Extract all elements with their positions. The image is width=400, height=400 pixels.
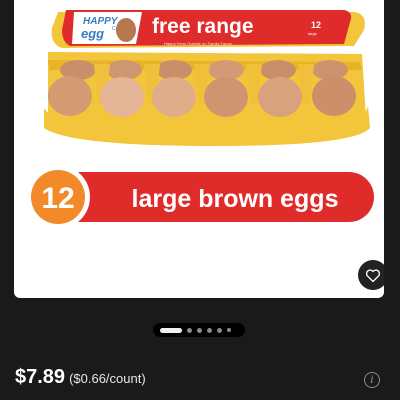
carousel-dot-active[interactable] [160, 327, 182, 333]
carton-count: 12 [311, 20, 321, 30]
size-label: large brown eggs [132, 185, 339, 213]
logo-egg-icon [116, 18, 136, 42]
carousel-dot[interactable] [187, 327, 192, 333]
info-button[interactable]: i [364, 372, 380, 388]
count-badge-number: 12 [41, 182, 74, 215]
image-carousel-indicator[interactable] [153, 323, 245, 337]
banner-title: free range [152, 15, 254, 38]
favorite-button[interactable] [358, 260, 384, 290]
carton-count-label: large [308, 31, 318, 36]
product-image-card[interactable]: HAPPY egg Co. free range Happy Hens Outs… [14, 0, 384, 298]
carousel-dot[interactable] [207, 327, 212, 333]
carousel-dot[interactable] [197, 327, 202, 333]
price-row: $7.89 ($0.66/count) [15, 366, 146, 389]
heart-outline-icon [365, 268, 381, 282]
unit-price: ($0.66/count) [69, 371, 146, 386]
carousel-dot[interactable] [217, 327, 222, 333]
product-image: HAPPY egg Co. free range Happy Hens Outs… [26, 10, 374, 229]
brand-logo-line2: egg [81, 26, 104, 41]
carousel-dot[interactable] [227, 328, 231, 332]
banner-tagline: Happy Hens Outside on Family Farms [164, 41, 232, 46]
price: $7.89 [15, 366, 66, 388]
info-icon: i [370, 374, 374, 386]
